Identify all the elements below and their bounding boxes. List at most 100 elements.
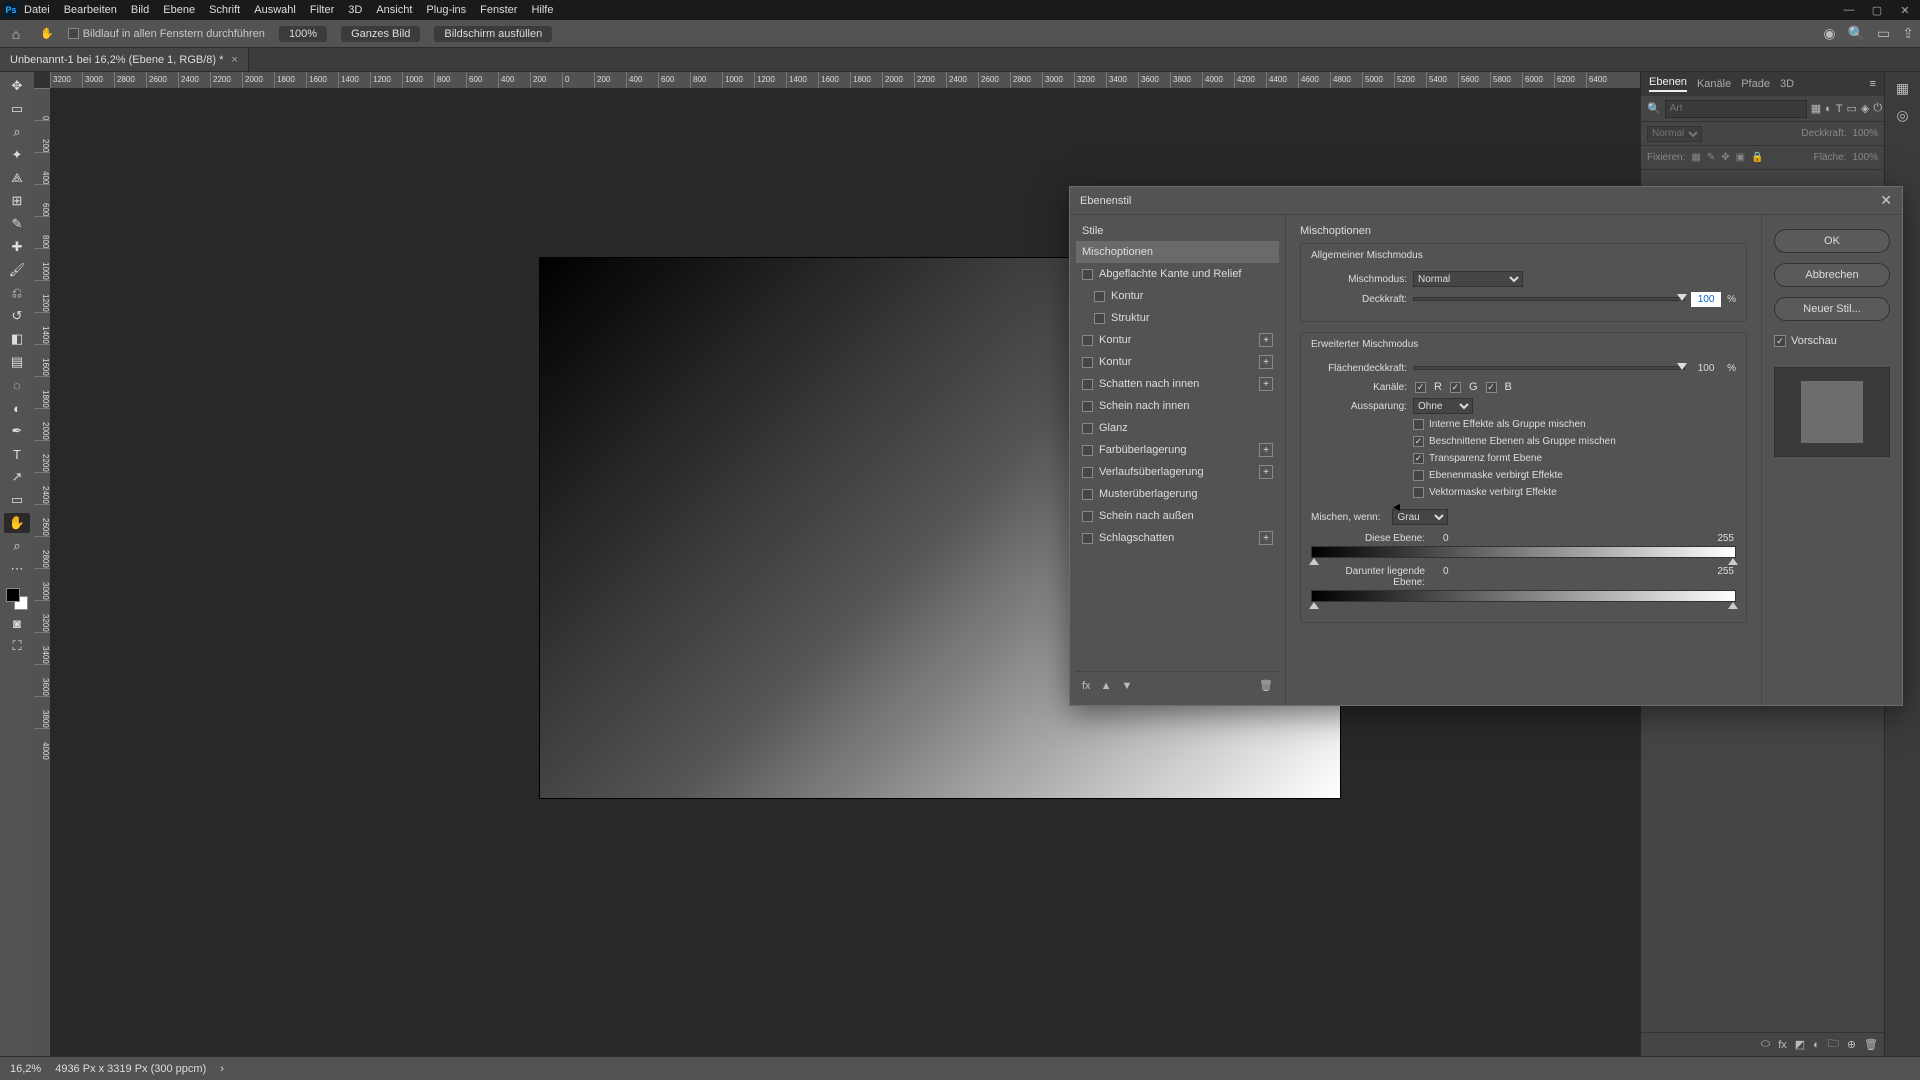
blur-tool-icon[interactable]: ◌ (4, 375, 30, 395)
fill-opacity-input[interactable]: 100 (1691, 361, 1721, 376)
eraser-tool-icon[interactable]: ◧ (4, 329, 30, 349)
link-layers-icon[interactable]: ⬭ (1761, 1038, 1770, 1051)
style-item[interactable]: Abgeflachte Kante und Relief (1076, 263, 1279, 285)
add-effect-icon[interactable]: + (1259, 377, 1273, 391)
zoom-value[interactable]: 100% (279, 26, 327, 42)
fill-value[interactable]: 100% (1852, 152, 1878, 163)
tab-kanaele[interactable]: Kanäle (1697, 78, 1731, 90)
style-up-icon[interactable]: ▲ (1101, 680, 1112, 692)
opacity-input[interactable]: 100 (1691, 292, 1721, 307)
panel-menu-icon[interactable]: ≡ (1870, 78, 1876, 90)
style-checkbox[interactable] (1094, 291, 1105, 302)
menu-3d[interactable]: 3D (348, 4, 362, 16)
add-effect-icon[interactable]: + (1259, 333, 1273, 347)
style-checkbox[interactable] (1082, 269, 1093, 280)
menu-fenster[interactable]: Fenster (480, 4, 517, 16)
hand-tool-icon[interactable]: ✋ (40, 27, 54, 40)
window-close-icon[interactable]: ✕ (1894, 4, 1916, 17)
style-checkbox[interactable] (1082, 423, 1093, 434)
menu-bild[interactable]: Bild (131, 4, 149, 16)
delete-layer-icon[interactable]: 🗑 (1864, 1038, 1878, 1051)
menu-ansicht[interactable]: Ansicht (376, 4, 412, 16)
style-item[interactable]: Kontur (1076, 285, 1279, 307)
cb-layermask-hides[interactable] (1413, 470, 1424, 481)
frame-tool-icon[interactable]: ⊞ (4, 191, 30, 211)
new-style-button[interactable]: Neuer Stil... (1774, 297, 1890, 321)
blendif-dropdown[interactable]: Grau (1392, 509, 1448, 525)
share-icon[interactable]: ⇪ (1902, 25, 1914, 42)
style-checkbox[interactable] (1082, 467, 1093, 478)
ruler-vertical[interactable]: 0200400600800100012001400160018002000220… (34, 88, 50, 1056)
dialog-close-icon[interactable]: ✕ (1880, 192, 1892, 209)
heal-tool-icon[interactable]: ✚ (4, 237, 30, 257)
cb-internal-effects[interactable] (1413, 419, 1424, 430)
preview-checkbox[interactable]: Vorschau (1774, 335, 1890, 347)
style-item[interactable]: Kontur+ (1076, 329, 1279, 351)
group-icon[interactable]: 🗀 (1828, 1035, 1839, 1054)
quickmask-icon[interactable]: ◙ (4, 613, 30, 633)
status-info[interactable]: 4936 Px x 3319 Px (300 ppcm) (55, 1063, 206, 1075)
ok-button[interactable]: OK (1774, 229, 1890, 253)
style-item[interactable]: Schein nach außen (1076, 505, 1279, 527)
slider-handle-right-icon[interactable] (1728, 558, 1738, 565)
menu-hilfe[interactable]: Hilfe (531, 4, 553, 16)
zoom-tool-icon[interactable]: ⌕ (4, 536, 30, 556)
add-effect-icon[interactable]: + (1259, 465, 1273, 479)
menu-ebene[interactable]: Ebene (163, 4, 195, 16)
style-checkbox[interactable] (1082, 489, 1093, 500)
menu-datei[interactable]: Datei (24, 4, 50, 16)
lock-trans-icon[interactable]: ▦ (1691, 152, 1700, 163)
add-effect-icon[interactable]: + (1259, 443, 1273, 457)
style-item[interactable]: Schatten nach innen+ (1076, 373, 1279, 395)
scroll-all-checkbox[interactable]: Bildlauf in allen Fenstern durchführen (68, 28, 265, 40)
shape-tool-icon[interactable]: ▭ (4, 490, 30, 510)
style-item[interactable]: Mischoptionen (1076, 241, 1279, 263)
add-effect-icon[interactable]: + (1259, 355, 1273, 369)
style-item[interactable]: Glanz (1076, 417, 1279, 439)
lock-nest-icon[interactable]: ▣ (1736, 152, 1745, 163)
menu-bearbeiten[interactable]: Bearbeiten (64, 4, 117, 16)
stamp-tool-icon[interactable]: ⎌ (4, 283, 30, 303)
style-checkbox[interactable] (1082, 379, 1093, 390)
blend-mode-dropdown[interactable]: Normal (1413, 271, 1523, 287)
cb-transparency-shapes[interactable] (1413, 453, 1424, 464)
window-minimize-icon[interactable]: — (1838, 4, 1860, 17)
style-checkbox[interactable] (1082, 401, 1093, 412)
edit-toolbar-icon[interactable]: ⋯ (4, 559, 30, 579)
tab-ebenen[interactable]: Ebenen (1649, 76, 1687, 92)
style-checkbox[interactable] (1094, 313, 1105, 324)
gradient-tool-icon[interactable]: ▤ (4, 352, 30, 372)
menu-auswahl[interactable]: Auswahl (254, 4, 296, 16)
hand-tool-active-icon[interactable]: ✋ (4, 513, 30, 533)
cancel-button[interactable]: Abbrechen (1774, 263, 1890, 287)
channel-r-checkbox[interactable] (1415, 382, 1426, 393)
layer-fx-icon[interactable]: fx (1778, 1039, 1787, 1051)
workspace-icon[interactable]: ▭ (1877, 25, 1890, 42)
style-item[interactable]: Farbüberlagerung+ (1076, 439, 1279, 461)
style-checkbox[interactable] (1082, 357, 1093, 368)
layer-filter-input[interactable] (1665, 100, 1807, 118)
style-item[interactable]: Verlaufsüberlagerung+ (1076, 461, 1279, 483)
style-item[interactable]: Struktur (1076, 307, 1279, 329)
ruler-horizontal[interactable]: 3200300028002600240022002000180016001400… (50, 72, 1640, 88)
slider-thumb-icon[interactable] (1677, 363, 1687, 370)
search-icon[interactable]: 🔍 (1848, 25, 1865, 42)
panel-swatches-icon[interactable]: ▦ (1896, 80, 1909, 97)
lock-paint-icon[interactable]: ✎ (1707, 152, 1715, 163)
eyedropper-tool-icon[interactable]: ✎ (4, 214, 30, 234)
close-tab-icon[interactable]: × (231, 54, 237, 66)
style-checkbox[interactable] (1082, 511, 1093, 522)
status-chevron-icon[interactable]: › (220, 1063, 224, 1075)
opacity-slider[interactable] (1413, 297, 1685, 301)
lasso-tool-icon[interactable]: ⌕ (4, 122, 30, 142)
brush-tool-icon[interactable]: 🖌 (4, 260, 30, 280)
status-zoom[interactable]: 16,2% (10, 1063, 41, 1075)
new-layer-icon[interactable]: ⊕ (1847, 1038, 1856, 1051)
menu-schrift[interactable]: Schrift (209, 4, 240, 16)
marquee-tool-icon[interactable]: ▭ (4, 99, 30, 119)
wand-tool-icon[interactable]: ✦ (4, 145, 30, 165)
style-item[interactable]: Musterüberlagerung (1076, 483, 1279, 505)
panel-properties-icon[interactable]: ◎ (1896, 107, 1908, 124)
filter-type-icon[interactable]: T (1836, 103, 1843, 115)
type-tool-icon[interactable]: T (4, 444, 30, 464)
